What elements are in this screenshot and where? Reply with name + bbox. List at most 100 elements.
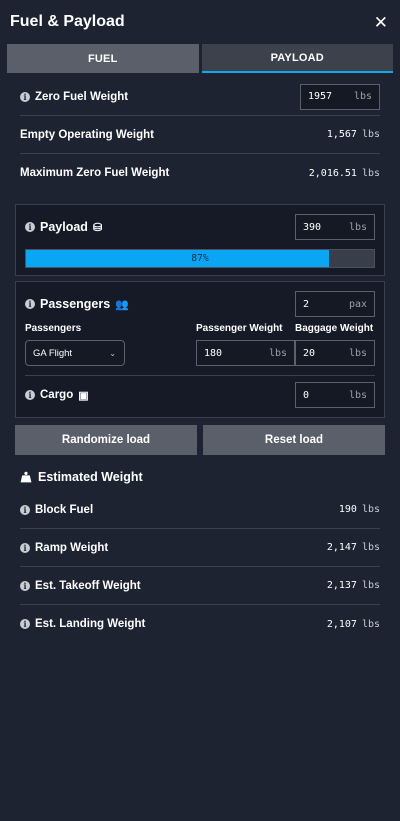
passengers-label: Passengers xyxy=(40,297,111,311)
cargo-icon: ▣ xyxy=(78,389,89,402)
empty-operating-weight-value: 1,567 xyxy=(326,129,357,140)
estimated-weight-heading: Estimated Weight xyxy=(20,469,380,485)
block-fuel-row: i Block Fuel 190 lbs xyxy=(20,491,380,529)
payload-input[interactable]: 390 lbs xyxy=(295,214,375,240)
ramp-weight-value-group: 2,147 lbs xyxy=(327,542,380,553)
zero-fuel-weight-value: 1957 xyxy=(308,91,333,102)
baggage-weight-column: Baggage Weight 20 lbs xyxy=(295,323,375,366)
est-landing-weight-label: Est. Landing Weight xyxy=(35,618,146,630)
ramp-weight-row: i Ramp Weight 2,147 lbs xyxy=(20,529,380,567)
info-icon[interactable]: i xyxy=(20,542,30,553)
est-takeoff-weight-row: i Est. Takeoff Weight 2,137 lbs xyxy=(20,567,380,605)
payload-header: i Payload ⛁ 390 lbs xyxy=(25,214,375,240)
cargo-value: 0 xyxy=(303,389,310,401)
empty-operating-weight-row: Empty Operating Weight 1,567 lbs xyxy=(20,116,380,154)
passenger-weight-input[interactable]: 180 lbs xyxy=(196,340,295,366)
divider xyxy=(25,375,375,376)
passengers-card: i Passengers 👥 2 pax Passengers GA Fligh… xyxy=(15,281,385,418)
block-fuel-value: 190 xyxy=(338,504,357,515)
ramp-weight-value: 2,147 xyxy=(326,542,357,553)
zero-fuel-weight-row: i Zero Fuel Weight 1957 lbs xyxy=(20,78,380,116)
passenger-weight-value: 180 xyxy=(204,347,223,359)
payload-unit: lbs xyxy=(348,221,367,233)
est-takeoff-weight-label: Est. Takeoff Weight xyxy=(35,579,141,592)
passenger-config-columns: Passengers GA Flight ⌄ Passenger Weight … xyxy=(25,323,375,366)
est-landing-weight-unit: lbs xyxy=(361,618,380,630)
coins-icon: ⛁ xyxy=(92,221,103,234)
randomize-load-button[interactable]: Randomize load xyxy=(15,425,197,455)
tab-payload[interactable]: PAYLOAD xyxy=(201,44,393,73)
info-icon[interactable]: i xyxy=(20,91,30,102)
block-fuel-label: Block Fuel xyxy=(35,503,94,516)
baggage-weight-value: 20 xyxy=(303,347,316,359)
cargo-title-group: i Cargo ▣ xyxy=(25,389,89,402)
zero-fuel-weight-unit: lbs xyxy=(353,91,372,102)
ramp-weight-unit: lbs xyxy=(361,542,380,553)
max-zero-fuel-weight-unit: lbs xyxy=(361,167,380,179)
close-icon[interactable]: ✕ xyxy=(374,14,388,31)
tab-fuel[interactable]: FUEL xyxy=(7,44,199,73)
estimated-weight-list: i Block Fuel 190 lbs i Ramp Weight 2,147 l… xyxy=(0,491,400,643)
payload-progress-text: 87% xyxy=(191,253,209,264)
ramp-weight-label-group: i Ramp Weight xyxy=(20,542,108,554)
block-fuel-label-group: i Block Fuel xyxy=(20,504,93,516)
payload-title-group: i Payload ⛁ xyxy=(25,220,102,234)
est-landing-weight-value-group: 2,107 lbs xyxy=(327,619,380,630)
passenger-profile-select[interactable]: GA Flight ⌄ xyxy=(25,340,125,366)
payload-progress-bar: 87% xyxy=(25,249,375,268)
baggage-weight-label: Baggage Weight xyxy=(295,323,374,334)
tab-bar: FUEL PAYLOAD xyxy=(0,44,400,73)
baggage-weight-input[interactable]: 20 lbs xyxy=(295,340,375,366)
block-fuel-value-group: 190 lbs xyxy=(339,504,380,515)
weight-icon xyxy=(20,471,32,483)
baggage-weight-unit: lbs xyxy=(348,347,367,359)
info-icon[interactable]: i xyxy=(20,619,30,629)
passenger-count-value: 2 xyxy=(303,298,310,310)
max-zero-fuel-weight-value: 2,016.51 xyxy=(308,167,357,179)
payload-card: i Payload ⛁ 390 lbs 87% xyxy=(15,204,385,276)
passenger-weight-column: Passenger Weight 180 lbs xyxy=(196,323,295,366)
info-icon[interactable]: i xyxy=(20,580,30,591)
passenger-weight-label: Passenger Weight xyxy=(196,323,283,334)
payload-value: 390 xyxy=(303,221,322,233)
passenger-count-unit: pax xyxy=(348,298,367,310)
passengers-header: i Passengers 👥 2 pax xyxy=(25,291,375,317)
ramp-weight-label: Ramp Weight xyxy=(35,541,109,554)
empty-operating-weight-label: Empty Operating Weight xyxy=(20,128,154,141)
empty-operating-weight-value-group: 1,567 lbs xyxy=(327,129,380,140)
cargo-label: Cargo xyxy=(40,389,74,401)
block-fuel-unit: lbs xyxy=(361,504,380,515)
max-zero-fuel-weight-label: Maximum Zero Fuel Weight xyxy=(20,167,170,179)
panel-header: Fuel & Payload ✕ xyxy=(0,0,400,44)
passenger-profile-value: GA Flight xyxy=(33,347,73,359)
passenger-count-input[interactable]: 2 pax xyxy=(295,291,375,317)
est-takeoff-weight-unit: lbs xyxy=(361,580,380,591)
passengers-column-label: Passengers xyxy=(25,323,82,334)
info-icon[interactable]: i xyxy=(25,299,35,309)
empty-operating-weight-unit: lbs xyxy=(361,129,380,140)
info-icon[interactable]: i xyxy=(20,504,30,515)
weights-summary: i Zero Fuel Weight 1957 lbs Empty Operat… xyxy=(0,78,400,192)
max-zero-fuel-weight-value-group: 2,016.51 lbs xyxy=(309,168,380,179)
est-landing-weight-value: 2,107 xyxy=(326,618,357,630)
reset-load-button[interactable]: Reset load xyxy=(203,425,385,455)
zero-fuel-weight-input[interactable]: 1957 lbs xyxy=(300,83,380,110)
est-takeoff-weight-label-group: i Est. Takeoff Weight xyxy=(20,580,141,592)
zero-fuel-weight-label: Zero Fuel Weight xyxy=(35,90,129,103)
people-icon: 👥 xyxy=(115,298,129,311)
load-buttons: Randomize load Reset load xyxy=(15,425,385,455)
info-icon[interactable]: i xyxy=(25,222,35,232)
chevron-down-icon: ⌄ xyxy=(109,348,116,358)
cargo-input[interactable]: 0 lbs xyxy=(295,382,375,408)
est-takeoff-weight-value-group: 2,137 lbs xyxy=(327,580,380,591)
passengers-title-group: i Passengers 👥 xyxy=(25,297,129,311)
est-landing-weight-label-group: i Est. Landing Weight xyxy=(20,618,145,630)
cargo-unit: lbs xyxy=(348,389,367,401)
passenger-weight-unit: lbs xyxy=(268,347,287,359)
max-zero-fuel-weight-row: Maximum Zero Fuel Weight 2,016.51 lbs xyxy=(20,154,380,192)
est-takeoff-weight-value: 2,137 xyxy=(326,580,357,591)
info-icon[interactable]: i xyxy=(25,390,35,400)
payload-label: Payload xyxy=(40,220,88,234)
zero-fuel-weight-label-group: i Zero Fuel Weight xyxy=(20,91,128,103)
est-landing-weight-row: i Est. Landing Weight 2,107 lbs xyxy=(20,605,380,643)
